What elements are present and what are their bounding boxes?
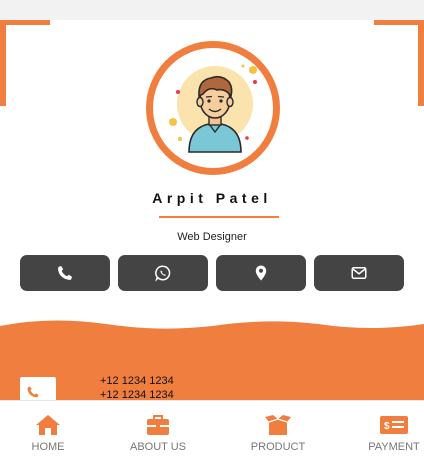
top-strip [0,0,424,20]
nav-about-us[interactable]: ABOUT US [124,401,192,464]
phone-number-1[interactable]: +12 1234 1234 [100,375,174,387]
nav-product-label: PRODUCT [250,441,306,453]
nav-home-label: HOME [31,441,65,453]
profile-name: Arpit Patel [152,190,272,206]
nav-payment-label: PAYMENT [368,441,420,453]
call-button[interactable] [20,255,110,291]
svg-text:$: $ [384,421,390,432]
contact-phone-icon [27,386,39,398]
corner-top-right-v [418,20,424,106]
corner-top-left-v [0,20,6,106]
nav-payment[interactable]: $ PAYMENT [364,401,424,464]
envelope-icon [351,267,367,279]
location-pin-icon [255,265,267,281]
whatsapp-button[interactable] [118,255,208,291]
profile-page: Arpit Patel Web Designer +12 1234 1234 +… [0,0,424,464]
location-button[interactable] [216,255,306,291]
email-button[interactable] [314,255,404,291]
phone-icon [58,265,73,280]
nav-product[interactable]: PRODUCT [243,401,313,464]
name-underline [159,216,279,218]
bottom-nav: HOME ABOUT US PRODUCT $ PAYMENT [0,400,424,464]
nav-home[interactable]: HOME [22,401,74,464]
whatsapp-icon [155,265,171,282]
home-icon [36,415,60,435]
avatar-ring [146,41,280,175]
corner-top-right-h [374,20,424,25]
box-icon [265,415,291,435]
nav-about-us-label: ABOUT US [129,441,187,453]
corner-top-left-h [0,20,50,25]
briefcase-icon [147,415,169,435]
avatar-illustration [169,64,257,153]
money-icon: $ [380,416,408,434]
profile-title: Web Designer [177,231,247,243]
avatar [165,60,261,156]
